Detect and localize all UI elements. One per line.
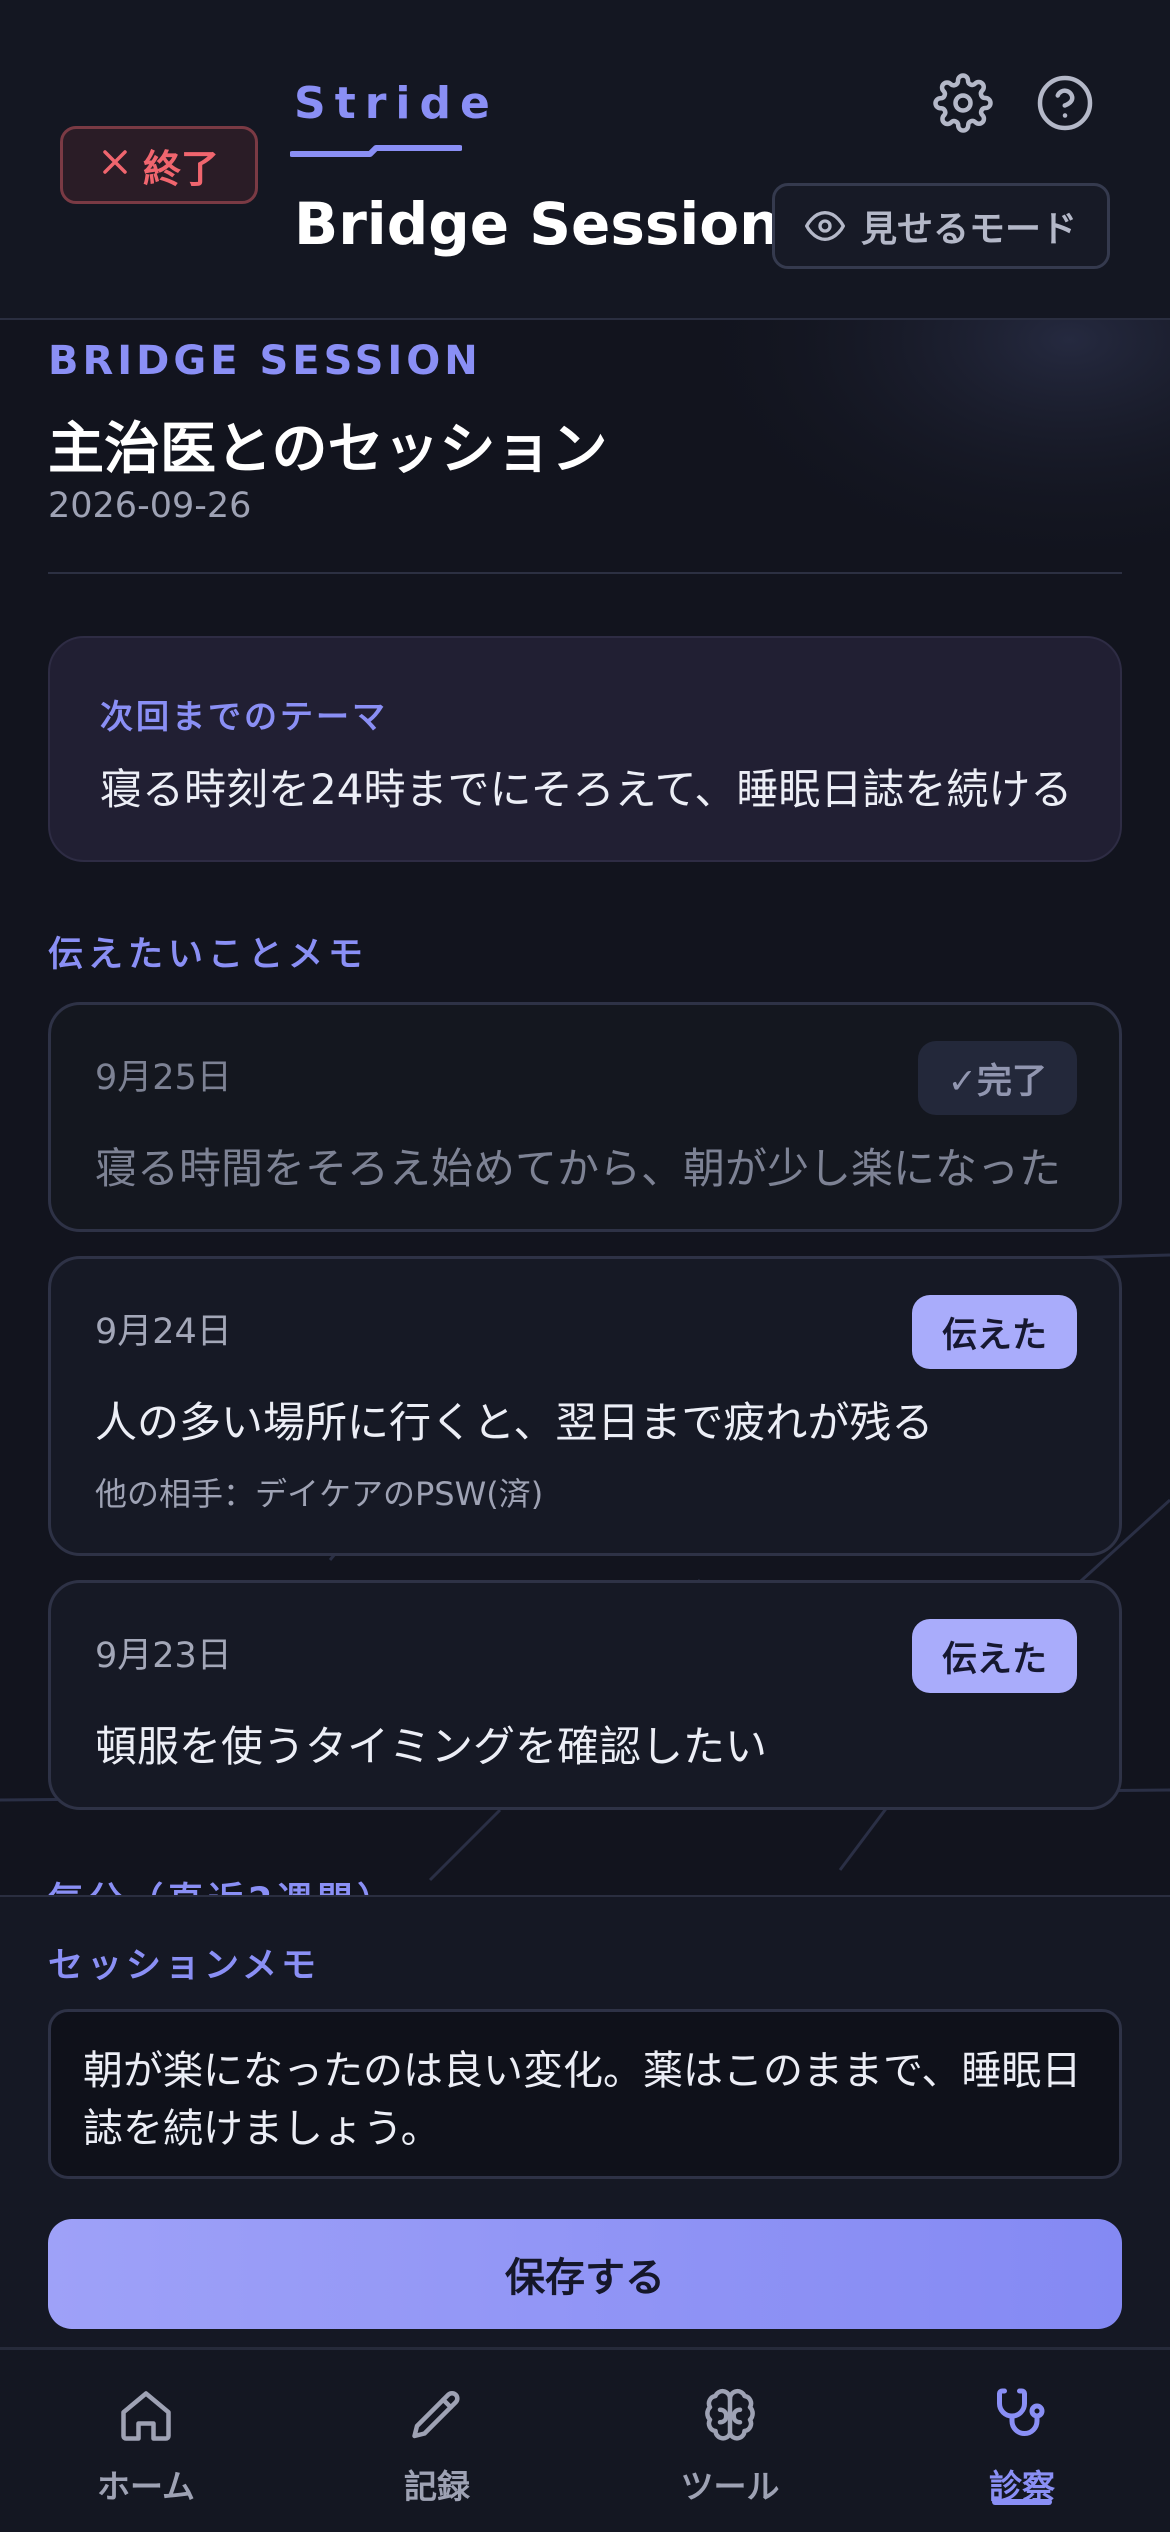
nav-label: ツール [680, 2467, 780, 2506]
memo-date: 9月24日 [95, 1312, 232, 1352]
nav-item-record[interactable]: 記録 [337, 2386, 537, 2526]
memo-card[interactable]: 9月24日 伝えた 人の多い場所に行くと、翌日まで疲れが残る 他の相手：デイケア… [48, 1256, 1122, 1556]
memo-date: 9月23日 [95, 1636, 232, 1676]
help-button[interactable] [1032, 70, 1098, 136]
eye-icon [804, 211, 845, 241]
told-badge[interactable]: 伝えた [911, 1619, 1077, 1693]
session-content[interactable]: BRIDGE SESSION 主治医とのセッション 2026-09-26 次回ま… [0, 320, 1170, 1895]
show-mode-label: 見せるモード [860, 209, 1077, 250]
home-icon [121, 2391, 171, 2441]
divider [48, 572, 1122, 574]
session-title: 主治医とのセッション [48, 417, 608, 482]
session-memo-panel: セッションメモ 朝が楽になったのは良い変化。薬はこのままで、睡眠日誌を続けましょ… [0, 1895, 1170, 2347]
active-tab-indicator [992, 2499, 1052, 2505]
pencil-icon [412, 2390, 460, 2439]
app-header: 終了 Stride Bridge Session 見せるモード [0, 0, 1170, 320]
memo-text: 寝る時間をそろえ始めてから、朝が少し楽になった [95, 1144, 1062, 1193]
settings-button[interactable] [930, 70, 996, 136]
memo-card[interactable]: 9月23日 伝えた 頓服を使うタイミングを確認したい [48, 1580, 1122, 1810]
gear-icon [933, 73, 993, 133]
theme-label: 次回までのテーマ [100, 697, 388, 736]
nav-item-tools[interactable]: ツール [630, 2386, 830, 2526]
nav-item-consultation[interactable]: 診察 [922, 2386, 1122, 2526]
close-icon [99, 143, 131, 187]
session-date: 2026-09-26 [48, 486, 252, 526]
brand-name: Stride [294, 78, 499, 129]
told-badge[interactable]: 伝えた [911, 1295, 1077, 1369]
memo-section-heading: 伝えたいことメモ [48, 935, 369, 975]
mood-section-heading: 気分（直近2週間） [48, 1872, 397, 1895]
theme-text: 寝る時刻を24時までにそろえて、睡眠日誌を続ける [100, 765, 1073, 814]
next-theme-card: 次回までのテーマ 寝る時刻を24時までにそろえて、睡眠日誌を続ける [48, 636, 1122, 862]
session-memo-input[interactable]: 朝が楽になったのは良い変化。薬はこのままで、睡眠日誌を続けましょう。 [48, 2009, 1122, 2179]
show-mode-button[interactable]: 見せるモード [772, 183, 1110, 269]
done-badge[interactable]: ✓完了 [917, 1041, 1077, 1115]
session-memo-label: セッションメモ [48, 1946, 320, 1986]
end-session-label: 終了 [142, 146, 219, 191]
memo-date: 9月25日 [95, 1058, 232, 1098]
memo-card[interactable]: 9月25日 ✓完了 寝る時間をそろえ始めてから、朝が少し楽になった [48, 1002, 1122, 1232]
stethoscope-icon [997, 2388, 1045, 2436]
end-session-button[interactable]: 終了 [60, 126, 258, 204]
help-icon [1037, 75, 1093, 131]
header-title: Bridge Session [294, 190, 781, 258]
save-button[interactable]: 保存する [48, 2219, 1122, 2329]
nav-label: ホーム [96, 2467, 195, 2506]
memo-text: 人の多い場所に行くと、翌日まで疲れが残る [95, 1398, 934, 1447]
brand-underline [290, 145, 462, 157]
brain-icon [705, 2388, 755, 2441]
session-kicker: BRIDGE SESSION [48, 338, 482, 384]
memo-text: 頓服を使うタイミングを確認したい [95, 1722, 768, 1771]
memo-subtext: 他の相手：デイケアのPSW(済) [95, 1475, 544, 1513]
nav-label: 記録 [404, 2467, 470, 2506]
nav-item-home[interactable]: ホーム [46, 2386, 246, 2526]
